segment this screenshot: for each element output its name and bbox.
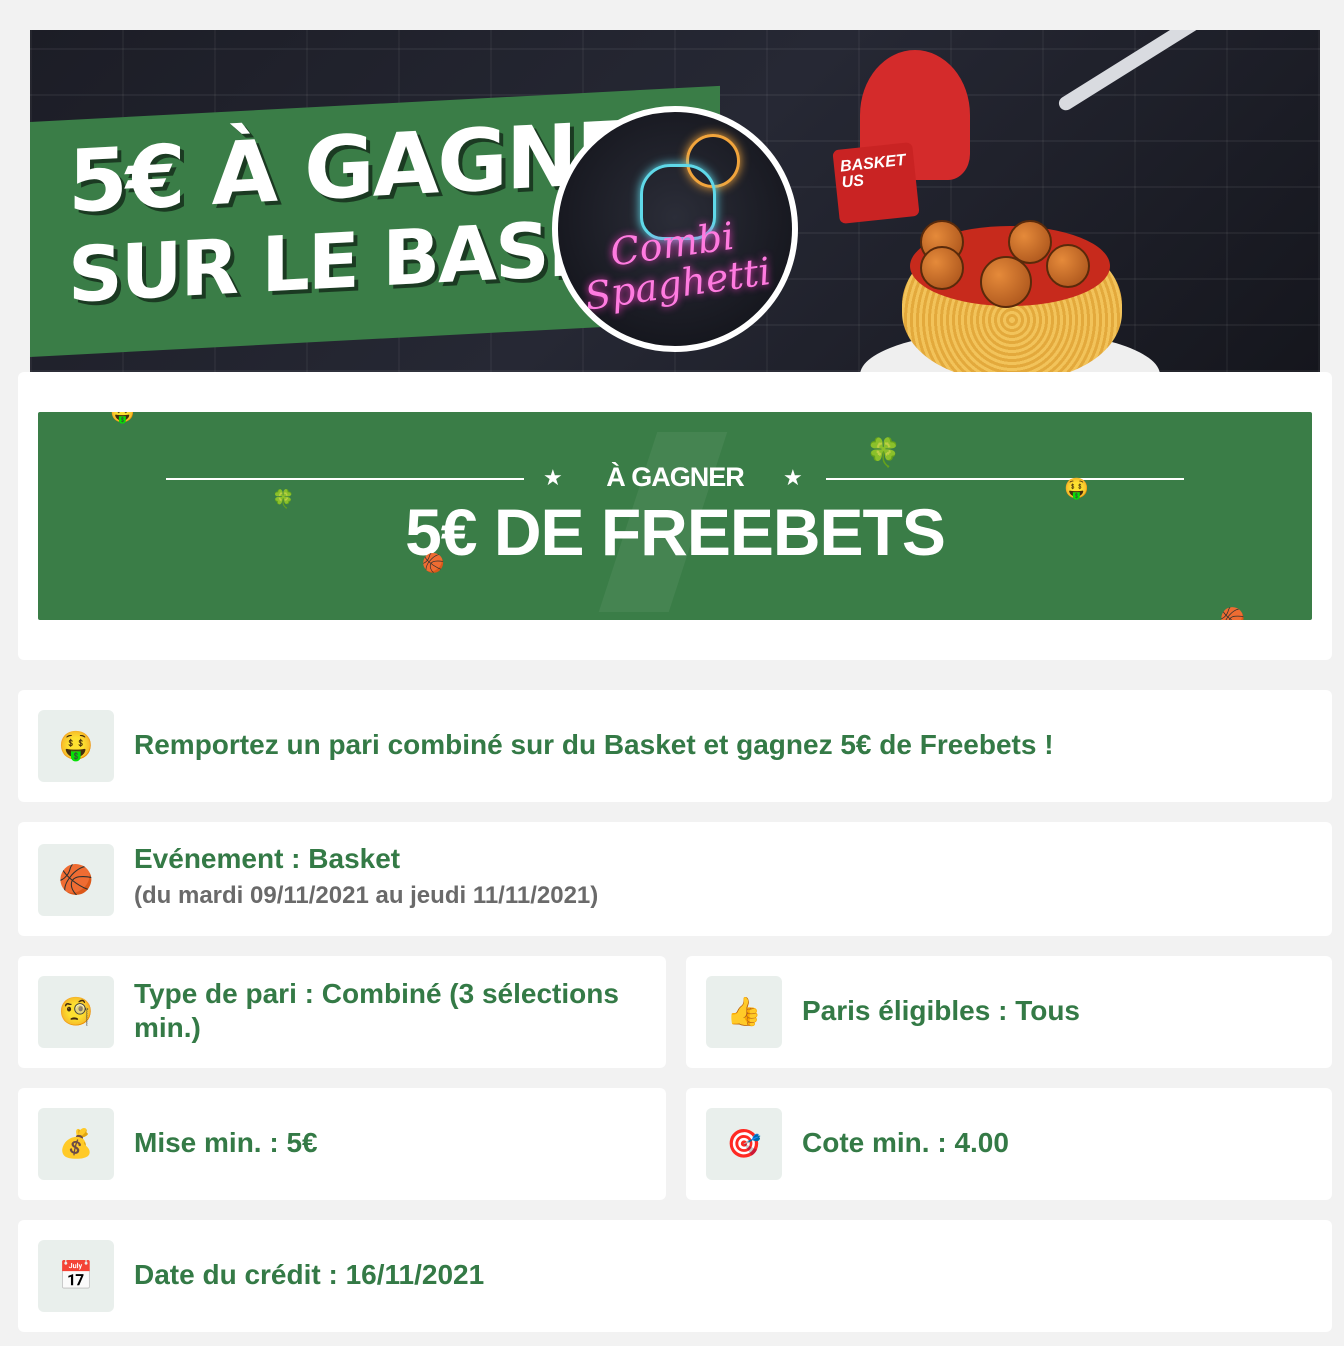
- info-card-min-stake: 💰 Mise min. : 5€: [18, 1088, 666, 1200]
- min-odds-text: Cote min. : 4.00: [802, 1127, 1009, 1158]
- hero-banner: 5€ À GAGNER SUR LE BASKET BASKET US Comb…: [30, 30, 1320, 372]
- clover-confetti-icon: 🍀: [866, 437, 901, 468]
- event-dates: (du mardi 09/11/2021 au jeudi 11/11/2021…: [134, 882, 599, 909]
- combi-spaghetti-logo: Combi Spaghetti: [552, 106, 798, 352]
- thumbs-up-icon: 👍: [706, 976, 782, 1048]
- money-face-confetti-icon: 🤑: [110, 412, 135, 424]
- info-card-min-odds: 🎯 Cote min. : 4.00: [686, 1088, 1332, 1200]
- freebets-card: ★ ★ À GAGNER 5€ DE FREEBETS 🤑 🍀 🏀 🍀 🤑 🏀: [18, 372, 1332, 660]
- credit-date-text: Date du crédit : 16/11/2021: [134, 1259, 485, 1290]
- info-card-bet-type: 🧐 Type de pari : Combiné (3 sélections m…: [18, 956, 666, 1068]
- min-stake-text: Mise min. : 5€: [134, 1127, 318, 1158]
- bet-type-text-line1: Type de pari : Combiné (3 sélections: [134, 978, 619, 1009]
- direct-hit-icon: 🎯: [706, 1108, 782, 1180]
- eligible-text: Paris éligibles : Tous: [802, 995, 1081, 1026]
- basketball-icon: 🏀: [38, 844, 114, 916]
- bet-type-text: Type de pari : Combiné (3 sélections min…: [134, 977, 619, 1045]
- logo-text: Combi Spaghetti: [558, 208, 792, 320]
- delivery-box-label: BASKET US: [839, 152, 908, 192]
- clover-confetti-icon: 🍀: [272, 489, 295, 509]
- delivery-box-illustration: BASKET US: [832, 142, 920, 224]
- promo-page: 5€ À GAGNER SUR LE BASKET BASKET US Comb…: [0, 0, 1344, 1346]
- basketball-confetti-icon: 🏀: [422, 553, 445, 573]
- face-with-monocle-icon: 🧐: [38, 976, 114, 1048]
- info-card-credit-date: 📅 Date du crédit : 16/11/2021: [18, 1220, 1332, 1332]
- freebets-banner: ★ ★ À GAGNER 5€ DE FREEBETS 🤑 🍀 🏀 🍀 🤑 🏀: [38, 412, 1312, 620]
- basketball-meatball-illustration: [980, 256, 1032, 308]
- event-text: Evénement : Basket: [134, 843, 401, 874]
- basketball-confetti-icon: 🏀: [1220, 608, 1245, 620]
- money-mouth-face-icon: 🤑: [38, 710, 114, 782]
- bet-type-text-line2: min.): [134, 1012, 201, 1043]
- basketball-meatball-illustration: [920, 246, 964, 290]
- money-face-confetti-icon: 🤑: [1064, 478, 1089, 500]
- freebets-amount: 5€ DE FREEBETS: [405, 495, 946, 569]
- calendar-icon: 📅: [38, 1240, 114, 1312]
- fork-illustration: [1056, 30, 1225, 113]
- basketball-meatball-illustration: [1046, 244, 1090, 288]
- money-bag-icon: 💰: [38, 1108, 114, 1180]
- freebets-subtitle: À GAGNER: [606, 462, 745, 492]
- info-card-eligible: 👍 Paris éligibles : Tous: [686, 956, 1332, 1068]
- info-card-event: 🏀 Evénement : Basket (du mardi 09/11/202…: [18, 822, 1332, 936]
- intro-text: Remportez un pari combiné sur du Basket …: [134, 729, 1054, 760]
- info-card-intro: 🤑 Remportez un pari combiné sur du Baske…: [18, 690, 1332, 802]
